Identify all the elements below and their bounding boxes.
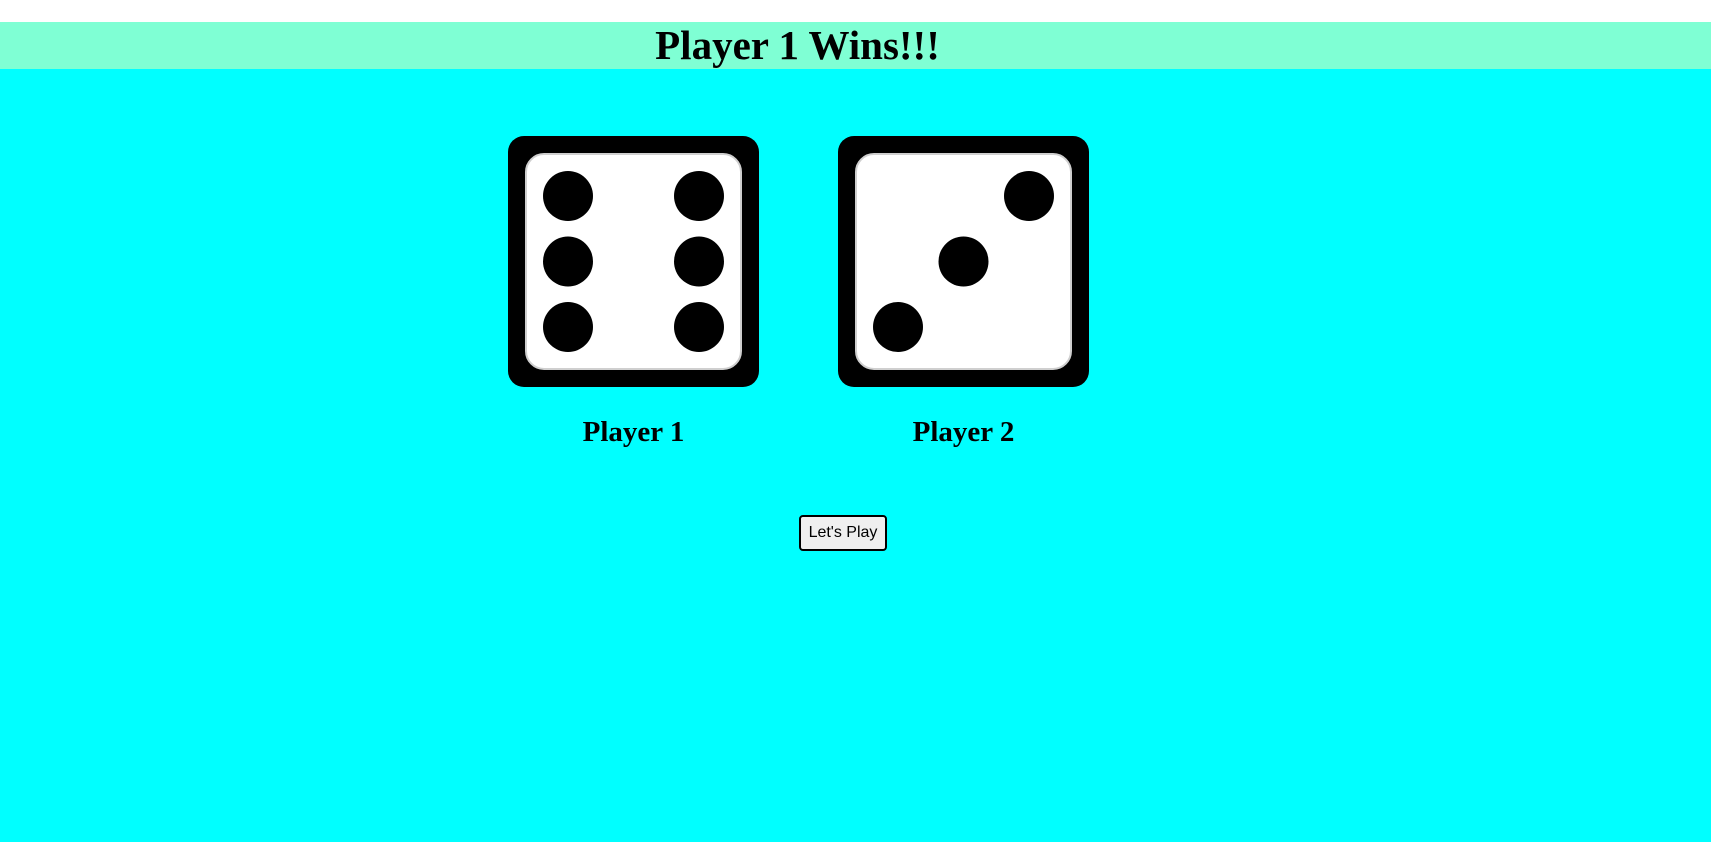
dice-six-icon xyxy=(508,136,759,387)
die-pip xyxy=(674,236,724,287)
die-pip xyxy=(873,302,923,352)
result-title: Player 1 Wins!!! xyxy=(655,22,940,68)
die-pip xyxy=(938,236,989,287)
result-banner: Player 1 Wins!!! xyxy=(0,22,1711,69)
die-pip xyxy=(543,302,593,352)
lets-play-button[interactable]: Let's Play xyxy=(799,515,887,551)
die-pip xyxy=(1004,171,1054,221)
player-2-label: Player 2 xyxy=(912,416,1015,448)
die-pip xyxy=(674,171,724,221)
player-1-label: Player 1 xyxy=(582,416,685,448)
player-2-panel: Player 2 xyxy=(838,136,1089,448)
dice-three-icon xyxy=(838,136,1089,387)
die-pip xyxy=(674,302,724,352)
die-pip xyxy=(543,171,593,221)
game-area: Player 1 Wins!!! Player 1 Player 2 Let's… xyxy=(0,22,1711,842)
player-1-panel: Player 1 xyxy=(508,136,759,448)
die-pip xyxy=(543,236,593,287)
